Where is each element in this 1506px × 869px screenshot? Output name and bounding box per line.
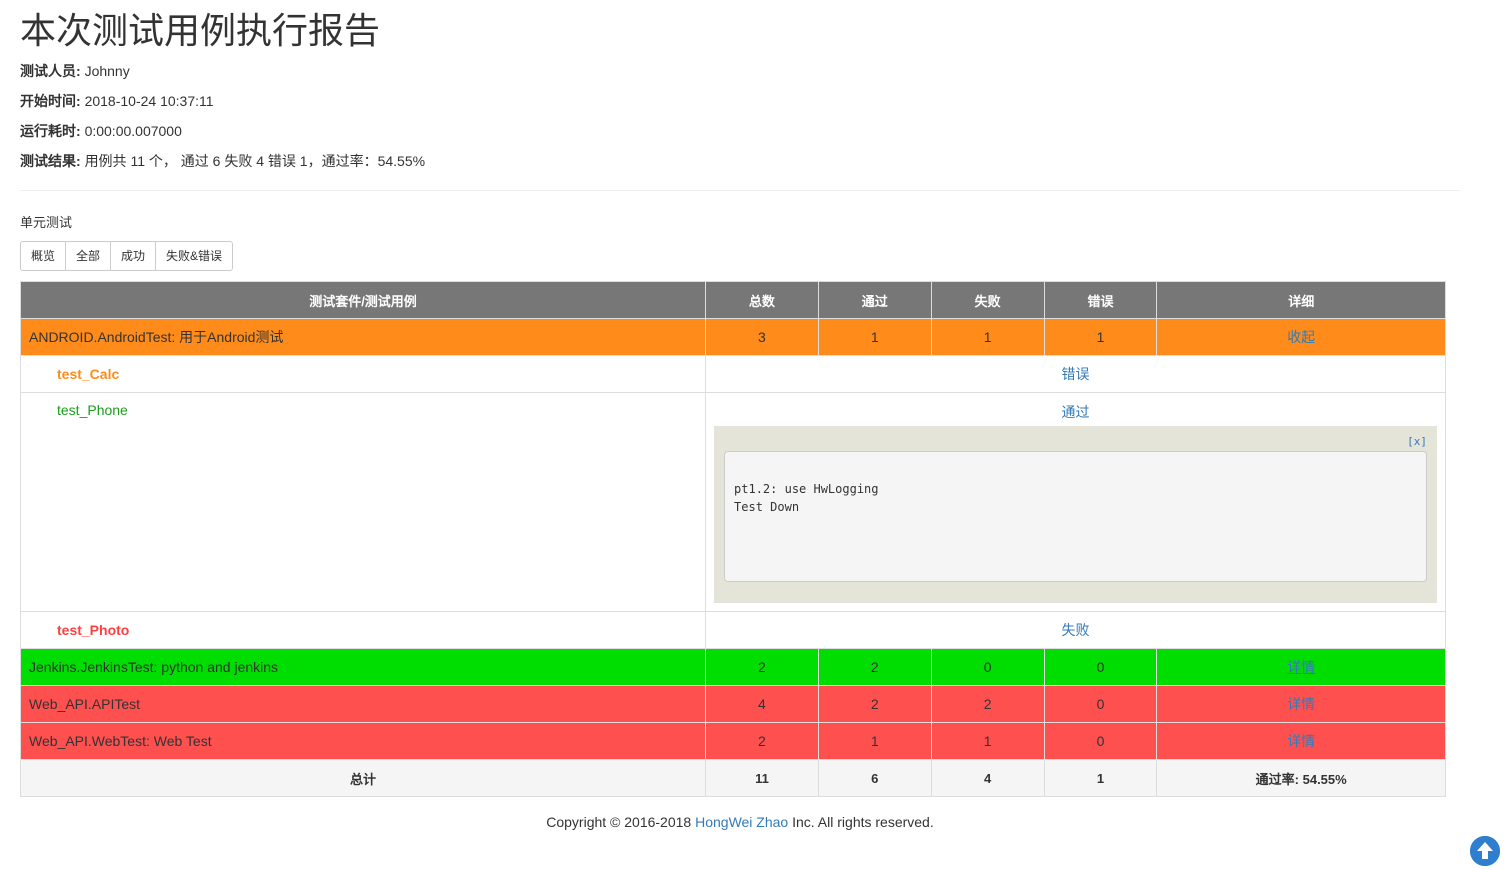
suite-error: 1 xyxy=(1043,318,1158,356)
section-label: 单元测试 xyxy=(20,215,73,230)
suite-fail: 0 xyxy=(930,648,1045,686)
total-fail: 4 xyxy=(930,759,1045,797)
report-header: 本次测试用例执行报告 测试人员: Johnny 开始时间: 2018-10-24… xyxy=(20,0,1446,176)
case-status-cell: 错误 xyxy=(705,355,1446,393)
filter-all-button[interactable]: 全部 xyxy=(65,241,112,271)
suite-total: 2 xyxy=(705,648,819,686)
suite-total: 2 xyxy=(705,722,819,760)
case-row-test-photo: test_Photo 失败 xyxy=(19,611,1446,649)
suite-pass: 1 xyxy=(817,722,932,760)
suite-pass: 2 xyxy=(817,648,932,686)
header-fail: 失败 xyxy=(930,281,1045,319)
meta-result: 测试结果: 用例共 11 个， 通过 6 失败 4 错误 1，通过率：54.55… xyxy=(20,146,1446,176)
meta-duration-value: 0:00:00.007000 xyxy=(84,123,182,139)
page-title: 本次测试用例执行报告 xyxy=(20,11,381,52)
case-name: test_Calc xyxy=(57,366,120,382)
detail-link[interactable]: 详情 xyxy=(1287,733,1315,749)
collapse-link[interactable]: 收起 xyxy=(1287,329,1315,345)
total-row: 总计 11 6 4 1 通过率: 54.55% xyxy=(19,759,1446,797)
suite-row-web: Web_API.WebTest: Web Test 2 1 1 0 详情 xyxy=(19,722,1446,760)
suite-fail: 2 xyxy=(930,685,1045,723)
filter-pass-button[interactable]: 成功 xyxy=(110,241,157,271)
meta-duration-label: 运行耗时: xyxy=(20,123,81,139)
case-name: test_Phone xyxy=(57,402,128,418)
footer-suffix: Inc. All rights reserved. xyxy=(788,814,934,830)
total-count: 11 xyxy=(705,759,819,797)
header-error: 错误 xyxy=(1043,281,1158,319)
case-row-test-phone: test_Phone 通过 [x] pt1.2: use HwLogging T… xyxy=(19,392,1446,612)
case-status-cell: 通过 [x] pt1.2: use HwLogging Test Down xyxy=(705,392,1446,612)
case-output-popup: [x] pt1.2: use HwLogging Test Down xyxy=(714,426,1437,603)
filter-button-group: 概览 全部 成功 失败&错误 xyxy=(20,241,234,271)
suite-fail: 1 xyxy=(930,722,1045,760)
arrow-up-circle-icon[interactable] xyxy=(1470,836,1500,866)
suite-row-android: ANDROID.AndroidTest: 用于Android测试 3 1 1 1… xyxy=(19,318,1446,356)
header-pass: 通过 xyxy=(817,281,932,319)
meta-start-time-value: 2018-10-24 10:37:11 xyxy=(84,93,214,109)
suite-detail-cell: 详情 xyxy=(1156,648,1446,686)
suite-total: 4 xyxy=(705,685,819,723)
suite-detail-cell: 详情 xyxy=(1156,722,1446,760)
total-label: 总计 xyxy=(19,759,707,797)
case-output-log: pt1.2: use HwLogging Test Down xyxy=(724,451,1427,582)
suite-detail-cell: 详情 xyxy=(1156,685,1446,723)
table-header-row: 测试套件/测试用例 总数 通过 失败 错误 详细 xyxy=(19,281,1446,319)
case-status-cell: 失败 xyxy=(705,611,1446,649)
meta-start-time: 开始时间: 2018-10-24 10:37:11 xyxy=(20,86,1446,116)
detail-link[interactable]: 详情 xyxy=(1287,696,1315,712)
case-name-cell: test_Photo xyxy=(19,611,707,649)
total-pass-rate: 通过率: 54.55% xyxy=(1156,759,1446,797)
case-name: test_Photo xyxy=(57,622,130,638)
suite-row-jenkins: Jenkins.JenkinsTest: python and jenkins … xyxy=(19,648,1446,686)
total-error: 1 xyxy=(1043,759,1158,797)
suite-name: Jenkins.JenkinsTest: python and jenkins xyxy=(19,648,707,686)
meta-tester-label: 测试人员: xyxy=(20,63,81,79)
close-output-button[interactable]: [x] xyxy=(1407,435,1427,448)
meta-tester-value: Johnny xyxy=(84,63,130,79)
suite-name: ANDROID.AndroidTest: 用于Android测试 xyxy=(19,318,707,356)
suite-detail-cell: 收起 xyxy=(1156,318,1446,356)
suite-pass: 2 xyxy=(817,685,932,723)
meta-result-label: 测试结果: xyxy=(20,153,81,169)
meta-start-time-label: 开始时间: xyxy=(20,93,81,109)
filter-fail-error-button[interactable]: 失败&错误 xyxy=(155,241,234,271)
meta-duration: 运行耗时: 0:00:00.007000 xyxy=(20,116,1446,146)
suite-row-api: Web_API.APITest 4 2 2 0 详情 xyxy=(19,685,1446,723)
suite-pass: 1 xyxy=(817,318,932,356)
suite-error: 0 xyxy=(1043,648,1158,686)
suite-total: 3 xyxy=(705,318,819,356)
header-total: 总数 xyxy=(705,281,819,319)
header-suite-case: 测试套件/测试用例 xyxy=(19,281,707,319)
meta-result-value: 用例共 11 个， 通过 6 失败 4 错误 1，通过率：54.55% xyxy=(84,153,426,169)
header-divider xyxy=(20,190,1460,191)
case-status-link[interactable]: 通过 xyxy=(1062,404,1090,420)
suite-name: Web_API.WebTest: Web Test xyxy=(19,722,707,760)
case-name-cell: test_Calc xyxy=(19,355,707,393)
footer-prefix: Copyright © 2016-2018 xyxy=(546,814,696,830)
meta-tester: 测试人员: Johnny xyxy=(20,56,1446,86)
filter-summary-button[interactable]: 概览 xyxy=(20,241,67,271)
case-name-cell: test_Phone xyxy=(19,392,707,612)
results-table: 测试套件/测试用例 总数 通过 失败 错误 详细 ANDROID.Android… xyxy=(19,281,1446,797)
suite-error: 0 xyxy=(1043,685,1158,723)
total-pass: 6 xyxy=(817,759,932,797)
suite-name: Web_API.APITest xyxy=(19,685,707,723)
header-detail: 详细 xyxy=(1156,281,1446,319)
case-status-link[interactable]: 失败 xyxy=(1062,622,1090,638)
footer-author-link[interactable]: HongWei Zhao xyxy=(695,814,788,830)
suite-fail: 1 xyxy=(930,318,1045,356)
detail-link[interactable]: 详情 xyxy=(1287,659,1315,675)
footer: Copyright © 2016-2018 HongWei Zhao Inc. … xyxy=(0,814,1480,830)
case-status-link[interactable]: 错误 xyxy=(1062,366,1090,382)
suite-error: 0 xyxy=(1043,722,1158,760)
case-row-test-calc: test_Calc 错误 xyxy=(19,355,1446,393)
